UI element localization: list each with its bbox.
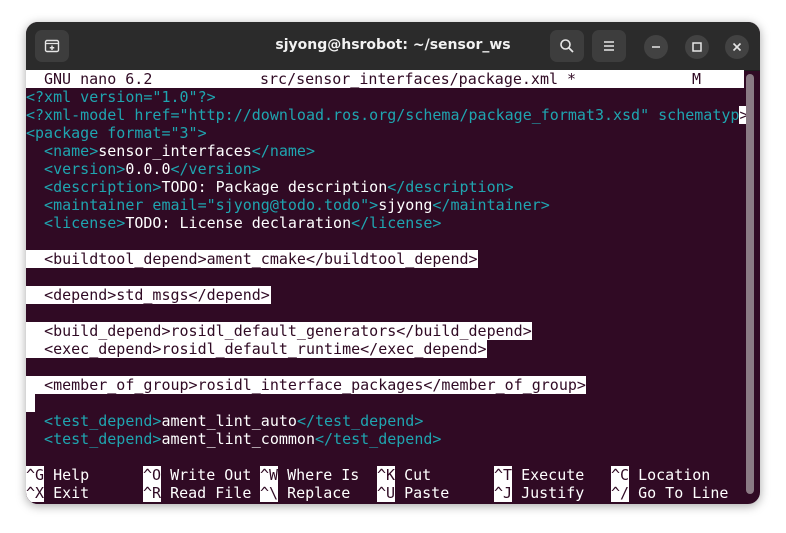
shortcut-help[interactable]: ^G Help <box>26 466 89 484</box>
shortcut-location[interactable]: ^C Location <box>611 466 710 484</box>
shortcut-exit[interactable]: ^X Exit <box>26 484 89 502</box>
terminal-window: sjyong@hsrobot: ~/sensor_ws GNU nano 6.2… <box>26 22 760 504</box>
scrollbar-thumb[interactable] <box>746 74 754 494</box>
editor-line: <test_depend>ament_lint_auto</test_depen… <box>26 412 424 430</box>
close-icon[interactable] <box>725 35 749 59</box>
nano-version: GNU nano 6.2 <box>44 70 153 88</box>
editor-line: <version>0.0.0</version> <box>26 160 261 178</box>
title-bar[interactable]: sjyong@hsrobot: ~/sensor_ws <box>26 22 760 71</box>
shortcut-cut[interactable]: ^K Cut <box>377 466 431 484</box>
editor-line: <maintainer email="sjyong@todo.todo">sjy… <box>26 196 550 214</box>
terminal-content[interactable]: GNU nano 6.2 src/sensor_interfaces/packa… <box>26 70 749 504</box>
shortcut-replace[interactable]: ^\ Replace <box>260 484 350 502</box>
nano-filename: src/sensor_interfaces/package.xml * <box>260 70 577 88</box>
maximize-icon[interactable] <box>685 35 709 59</box>
editor-line: <?xml version="1.0"?> <box>26 88 216 106</box>
shortcut-execute[interactable]: ^T Execute <box>494 466 584 484</box>
shortcut-justify[interactable]: ^J Justify <box>494 484 584 502</box>
editor-line: <?xml-model href="http://download.ros.or… <box>26 106 749 124</box>
highlighted-line: <buildtool_depend>ament_cmake</buildtool… <box>26 250 478 268</box>
editor-line: <description>TODO: Package description</… <box>26 178 514 196</box>
modified-flag: M <box>692 70 702 88</box>
shortcut-where-is[interactable]: ^W Where Is <box>260 466 359 484</box>
editor-line: <name>sensor_interfaces</name> <box>26 142 315 160</box>
minimize-icon[interactable] <box>644 35 668 59</box>
editor-line: <license>TODO: License declaration</lice… <box>26 214 442 232</box>
hamburger-menu-icon[interactable] <box>592 30 626 62</box>
text-cursor <box>26 394 35 412</box>
highlighted-line: <depend>std_msgs</depend> <box>26 286 271 304</box>
search-icon[interactable] <box>550 30 584 62</box>
highlighted-line: <member_of_group>rosidl_interface_packag… <box>26 376 586 394</box>
editor-line: <test_depend>ament_lint_common</test_dep… <box>26 430 442 448</box>
shortcut-read-file[interactable]: ^R Read File <box>143 484 251 502</box>
nano-header-bar: GNU nano 6.2 src/sensor_interfaces/packa… <box>26 70 744 88</box>
editor-line: <package format="3"> <box>26 124 207 142</box>
highlighted-line: <exec_depend>rosidl_default_runtime</exe… <box>26 340 487 358</box>
scrollbar[interactable] <box>746 72 754 500</box>
shortcut-paste[interactable]: ^U Paste <box>377 484 449 502</box>
highlighted-line: <build_depend>rosidl_default_generators<… <box>26 322 532 340</box>
shortcut-write-out[interactable]: ^O Write Out <box>143 466 251 484</box>
shortcut-go-to-line[interactable]: ^/ Go To Line <box>611 484 728 502</box>
